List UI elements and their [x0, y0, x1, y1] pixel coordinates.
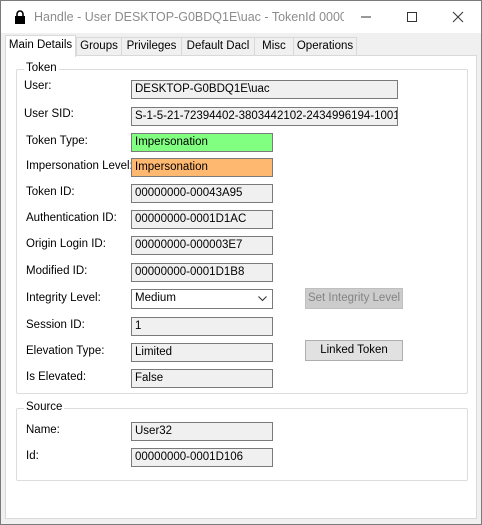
origin-login-id-field[interactable]: 00000000-000003E7 — [131, 236, 273, 255]
title-bar[interactable]: Handle - User DESKTOP-G0BDQ1E\uac - Toke… — [1, 1, 481, 33]
chevron-down-icon — [258, 296, 267, 302]
tab-privileges[interactable]: Privileges — [121, 37, 182, 56]
source-group-title: Source — [24, 401, 65, 413]
user-sid-label: User SID: — [24, 108, 74, 120]
authentication-id-field[interactable]: 00000000-0001D1AC — [131, 210, 273, 229]
maximize-button[interactable] — [389, 1, 435, 33]
handle-window: Handle - User DESKTOP-G0BDQ1E\uac - Toke… — [0, 0, 482, 525]
minimize-icon — [361, 16, 371, 18]
close-button[interactable] — [435, 1, 481, 33]
modified-id-field[interactable]: 00000000-0001D1B8 — [131, 263, 273, 282]
user-field[interactable]: DESKTOP-G0BDQ1E\uac — [131, 80, 398, 99]
modified-id-label: Modified ID: — [26, 265, 88, 277]
source-groupbox: Source Name: User32 Id: 00000000-0001D10… — [16, 401, 468, 481]
impersonation-level-label: Impersonation Level: — [26, 160, 133, 172]
token-groupbox: Token User: DESKTOP-G0BDQ1E\uac User SID… — [16, 62, 468, 394]
source-name-label: Name: — [26, 424, 60, 436]
is-elevated-label: Is Elevated: — [26, 371, 87, 383]
source-id-field[interactable]: 00000000-0001D106 — [131, 448, 273, 467]
elevation-type-label: Elevation Type: — [26, 345, 105, 357]
authentication-id-label: Authentication ID: — [26, 212, 117, 224]
integrity-level-dropdown[interactable]: Medium — [131, 289, 273, 309]
integrity-level-label: Integrity Level: — [26, 292, 101, 304]
tab-default-dacl[interactable]: Default Dacl — [181, 37, 255, 56]
tab-misc[interactable]: Misc — [254, 37, 294, 56]
user-label: User: — [24, 80, 52, 92]
impersonation-level-field[interactable]: Impersonation — [131, 158, 273, 177]
main-details-panel: Token User: DESKTOP-G0BDQ1E\uac User SID… — [5, 55, 477, 519]
token-group-title: Token — [24, 62, 59, 74]
token-type-field[interactable]: Impersonation — [131, 133, 273, 152]
elevation-type-field[interactable]: Limited — [131, 343, 273, 362]
source-id-label: Id: — [26, 450, 39, 462]
maximize-icon — [407, 12, 417, 22]
origin-login-id-label: Origin Login ID: — [26, 238, 106, 250]
tab-operations[interactable]: Operations — [293, 37, 357, 56]
tab-main-details[interactable]: Main Details — [5, 35, 76, 57]
tab-groups[interactable]: Groups — [76, 37, 122, 56]
integrity-level-value: Medium — [135, 292, 176, 304]
set-integrity-level-button[interactable]: Set Integrity Level — [305, 288, 403, 309]
lock-icon — [14, 10, 26, 24]
user-sid-field[interactable]: S-1-5-21-72394402-3803442102-2434996194-… — [131, 107, 398, 126]
is-elevated-field[interactable]: False — [131, 369, 273, 388]
source-name-field[interactable]: User32 — [131, 422, 273, 441]
session-id-label: Session ID: — [26, 319, 85, 331]
session-id-field[interactable]: 1 — [131, 317, 273, 336]
tab-strip: Main Details Groups Privileges Default D… — [5, 35, 475, 57]
token-type-label: Token Type: — [26, 135, 88, 147]
token-id-field[interactable]: 00000000-00043A95 — [131, 184, 273, 203]
token-id-label: Token ID: — [26, 186, 75, 198]
linked-token-button[interactable]: Linked Token — [305, 340, 403, 361]
minimize-button[interactable] — [343, 1, 389, 33]
close-icon — [452, 11, 464, 23]
window-title: Handle - User DESKTOP-G0BDQ1E\uac - Toke… — [34, 10, 344, 24]
